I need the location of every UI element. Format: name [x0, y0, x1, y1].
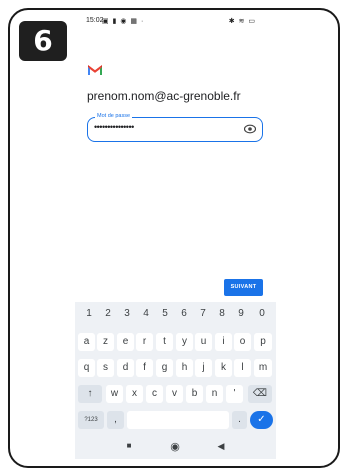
- recents-icon[interactable]: ■: [123, 441, 135, 450]
- key-v[interactable]: v: [166, 385, 183, 403]
- key-c[interactable]: c: [146, 385, 163, 403]
- password-label: Mot de passe: [95, 112, 133, 120]
- key-8[interactable]: 8: [215, 308, 229, 319]
- status-system-icons: ✱ ≋ ▭: [228, 18, 256, 25]
- key-y[interactable]: y: [176, 333, 193, 351]
- key-b[interactable]: b: [186, 385, 203, 403]
- key-1[interactable]: 1: [82, 308, 96, 319]
- key-o[interactable]: o: [234, 333, 251, 351]
- eye-icon[interactable]: [244, 124, 256, 134]
- navigation-bar: ■ ◉ ◀: [75, 437, 276, 459]
- home-icon[interactable]: ◉: [168, 440, 182, 453]
- key-5[interactable]: 5: [158, 308, 172, 319]
- back-icon[interactable]: ◀: [215, 441, 227, 452]
- backspace-key[interactable]: ⌫: [248, 385, 272, 403]
- key-p[interactable]: p: [254, 333, 272, 351]
- key-9[interactable]: 9: [234, 308, 248, 319]
- key-4[interactable]: 4: [139, 308, 153, 319]
- key-x[interactable]: x: [126, 385, 143, 403]
- key-2[interactable]: 2: [101, 308, 115, 319]
- status-bar: 15:02 ▣ ▮ ◉ ▦ · ✱ ≋ ▭: [86, 17, 286, 31]
- gmail-logo-icon: [88, 65, 102, 75]
- key-0[interactable]: 0: [255, 308, 269, 319]
- key-q[interactable]: q: [78, 359, 95, 377]
- space-key[interactable]: [127, 411, 229, 429]
- key-6[interactable]: 6: [177, 308, 191, 319]
- keyboard-row-4: ?123 , . ✓: [75, 411, 276, 429]
- period-key[interactable]: .: [232, 411, 247, 429]
- key-k[interactable]: k: [215, 359, 232, 377]
- next-button[interactable]: SUIVANT: [224, 279, 263, 296]
- keyboard-number-row: 1 2 3 4 5 6 7 8 9 0: [75, 308, 276, 324]
- key-u[interactable]: u: [195, 333, 212, 351]
- keyboard: 1 2 3 4 5 6 7 8 9 0 a z e r t y u i o p …: [75, 302, 276, 459]
- symbols-key[interactable]: ?123: [78, 411, 104, 429]
- key-s[interactable]: s: [97, 359, 114, 377]
- key-z[interactable]: z: [97, 333, 114, 351]
- key-apostrophe[interactable]: ': [226, 385, 243, 403]
- key-j[interactable]: j: [195, 359, 212, 377]
- key-i[interactable]: i: [215, 333, 232, 351]
- key-e[interactable]: e: [117, 333, 134, 351]
- shift-key[interactable]: ↑: [78, 385, 102, 403]
- enter-key[interactable]: ✓: [250, 411, 273, 429]
- status-time: 15:02: [86, 17, 104, 24]
- keyboard-row-1: a z e r t y u i o p: [75, 333, 276, 351]
- key-r[interactable]: r: [136, 333, 153, 351]
- comma-key[interactable]: ,: [107, 411, 124, 429]
- step-number-badge: 6: [19, 21, 67, 61]
- key-3[interactable]: 3: [120, 308, 134, 319]
- key-f[interactable]: f: [136, 359, 153, 377]
- key-h[interactable]: h: [176, 359, 193, 377]
- key-a[interactable]: a: [78, 333, 95, 351]
- key-l[interactable]: l: [234, 359, 251, 377]
- key-7[interactable]: 7: [196, 308, 210, 319]
- key-m[interactable]: m: [254, 359, 272, 377]
- key-w[interactable]: w: [106, 385, 123, 403]
- password-value: •••••••••••••••: [94, 122, 134, 132]
- keyboard-row-2: q s d f g h j k l m: [75, 359, 276, 377]
- status-notification-icons: ▣ ▮ ◉ ▦ ·: [102, 18, 145, 25]
- keyboard-row-3: ↑ w x c v b n ' ⌫: [75, 385, 276, 403]
- password-input[interactable]: Mot de passe •••••••••••••••: [87, 112, 263, 142]
- account-email: prenom.nom@ac-grenoble.fr: [87, 89, 241, 103]
- key-g[interactable]: g: [156, 359, 173, 377]
- key-t[interactable]: t: [156, 333, 173, 351]
- key-d[interactable]: d: [117, 359, 134, 377]
- key-n[interactable]: n: [206, 385, 223, 403]
